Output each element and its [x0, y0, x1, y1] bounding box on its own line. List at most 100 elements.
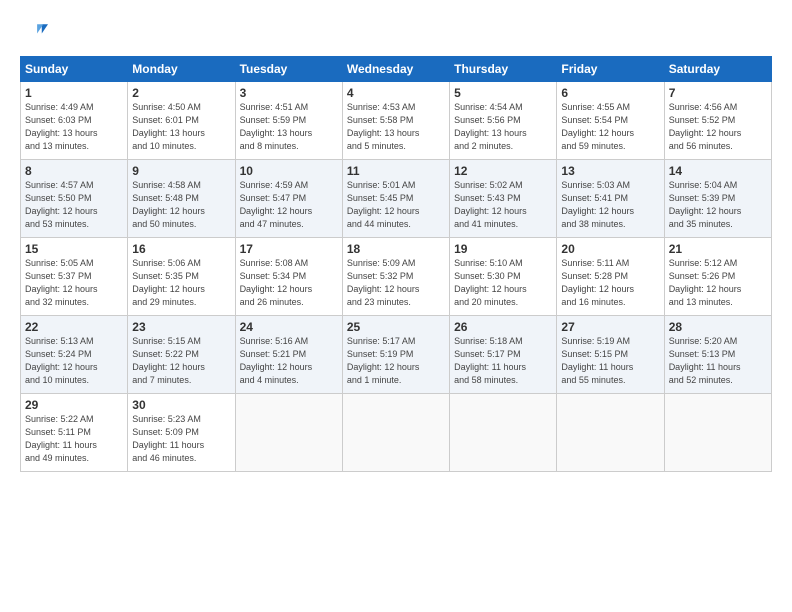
day-info: Sunrise: 5:03 AM Sunset: 5:41 PM Dayligh… [561, 179, 659, 231]
calendar-cell: 15Sunrise: 5:05 AM Sunset: 5:37 PM Dayli… [21, 238, 128, 316]
calendar-cell [235, 394, 342, 472]
day-info: Sunrise: 5:06 AM Sunset: 5:35 PM Dayligh… [132, 257, 230, 309]
day-number: 3 [240, 86, 338, 100]
header-thursday: Thursday [450, 57, 557, 82]
calendar-cell: 25Sunrise: 5:17 AM Sunset: 5:19 PM Dayli… [342, 316, 449, 394]
logo [20, 18, 52, 46]
calendar-cell: 28Sunrise: 5:20 AM Sunset: 5:13 PM Dayli… [664, 316, 771, 394]
calendar-week-4: 22Sunrise: 5:13 AM Sunset: 5:24 PM Dayli… [21, 316, 772, 394]
day-info: Sunrise: 4:57 AM Sunset: 5:50 PM Dayligh… [25, 179, 123, 231]
day-info: Sunrise: 5:23 AM Sunset: 5:09 PM Dayligh… [132, 413, 230, 465]
calendar-cell: 14Sunrise: 5:04 AM Sunset: 5:39 PM Dayli… [664, 160, 771, 238]
day-info: Sunrise: 4:50 AM Sunset: 6:01 PM Dayligh… [132, 101, 230, 153]
day-number: 11 [347, 164, 445, 178]
day-number: 4 [347, 86, 445, 100]
day-number: 25 [347, 320, 445, 334]
calendar-cell: 30Sunrise: 5:23 AM Sunset: 5:09 PM Dayli… [128, 394, 235, 472]
header-monday: Monday [128, 57, 235, 82]
day-number: 28 [669, 320, 767, 334]
calendar-cell: 22Sunrise: 5:13 AM Sunset: 5:24 PM Dayli… [21, 316, 128, 394]
calendar-cell: 11Sunrise: 5:01 AM Sunset: 5:45 PM Dayli… [342, 160, 449, 238]
day-info: Sunrise: 5:17 AM Sunset: 5:19 PM Dayligh… [347, 335, 445, 387]
day-info: Sunrise: 5:10 AM Sunset: 5:30 PM Dayligh… [454, 257, 552, 309]
calendar-cell: 6Sunrise: 4:55 AM Sunset: 5:54 PM Daylig… [557, 82, 664, 160]
day-info: Sunrise: 5:02 AM Sunset: 5:43 PM Dayligh… [454, 179, 552, 231]
day-info: Sunrise: 5:22 AM Sunset: 5:11 PM Dayligh… [25, 413, 123, 465]
calendar-cell: 23Sunrise: 5:15 AM Sunset: 5:22 PM Dayli… [128, 316, 235, 394]
calendar-week-3: 15Sunrise: 5:05 AM Sunset: 5:37 PM Dayli… [21, 238, 772, 316]
logo-icon [20, 18, 48, 46]
day-info: Sunrise: 5:18 AM Sunset: 5:17 PM Dayligh… [454, 335, 552, 387]
calendar-cell: 27Sunrise: 5:19 AM Sunset: 5:15 PM Dayli… [557, 316, 664, 394]
calendar-cell [342, 394, 449, 472]
calendar-cell: 3Sunrise: 4:51 AM Sunset: 5:59 PM Daylig… [235, 82, 342, 160]
calendar-header: SundayMondayTuesdayWednesdayThursdayFrid… [21, 57, 772, 82]
day-info: Sunrise: 5:09 AM Sunset: 5:32 PM Dayligh… [347, 257, 445, 309]
day-info: Sunrise: 5:15 AM Sunset: 5:22 PM Dayligh… [132, 335, 230, 387]
header-friday: Friday [557, 57, 664, 82]
day-number: 8 [25, 164, 123, 178]
day-info: Sunrise: 5:08 AM Sunset: 5:34 PM Dayligh… [240, 257, 338, 309]
header-wednesday: Wednesday [342, 57, 449, 82]
calendar-cell: 12Sunrise: 5:02 AM Sunset: 5:43 PM Dayli… [450, 160, 557, 238]
calendar-cell: 5Sunrise: 4:54 AM Sunset: 5:56 PM Daylig… [450, 82, 557, 160]
day-number: 21 [669, 242, 767, 256]
day-number: 1 [25, 86, 123, 100]
calendar-cell: 16Sunrise: 5:06 AM Sunset: 5:35 PM Dayli… [128, 238, 235, 316]
calendar-table: SundayMondayTuesdayWednesdayThursdayFrid… [20, 56, 772, 472]
day-info: Sunrise: 4:51 AM Sunset: 5:59 PM Dayligh… [240, 101, 338, 153]
calendar-cell: 1Sunrise: 4:49 AM Sunset: 6:03 PM Daylig… [21, 82, 128, 160]
calendar-cell: 19Sunrise: 5:10 AM Sunset: 5:30 PM Dayli… [450, 238, 557, 316]
calendar-cell: 2Sunrise: 4:50 AM Sunset: 6:01 PM Daylig… [128, 82, 235, 160]
day-number: 23 [132, 320, 230, 334]
calendar-body: 1Sunrise: 4:49 AM Sunset: 6:03 PM Daylig… [21, 82, 772, 472]
day-number: 14 [669, 164, 767, 178]
calendar-cell: 26Sunrise: 5:18 AM Sunset: 5:17 PM Dayli… [450, 316, 557, 394]
header-row: SundayMondayTuesdayWednesdayThursdayFrid… [21, 57, 772, 82]
calendar-cell: 9Sunrise: 4:58 AM Sunset: 5:48 PM Daylig… [128, 160, 235, 238]
day-number: 17 [240, 242, 338, 256]
day-info: Sunrise: 4:49 AM Sunset: 6:03 PM Dayligh… [25, 101, 123, 153]
day-info: Sunrise: 4:55 AM Sunset: 5:54 PM Dayligh… [561, 101, 659, 153]
calendar-week-5: 29Sunrise: 5:22 AM Sunset: 5:11 PM Dayli… [21, 394, 772, 472]
header-tuesday: Tuesday [235, 57, 342, 82]
day-number: 10 [240, 164, 338, 178]
day-info: Sunrise: 4:53 AM Sunset: 5:58 PM Dayligh… [347, 101, 445, 153]
calendar-cell: 13Sunrise: 5:03 AM Sunset: 5:41 PM Dayli… [557, 160, 664, 238]
day-number: 27 [561, 320, 659, 334]
day-number: 12 [454, 164, 552, 178]
header-sunday: Sunday [21, 57, 128, 82]
day-number: 5 [454, 86, 552, 100]
calendar-cell [450, 394, 557, 472]
day-info: Sunrise: 5:13 AM Sunset: 5:24 PM Dayligh… [25, 335, 123, 387]
calendar-cell: 24Sunrise: 5:16 AM Sunset: 5:21 PM Dayli… [235, 316, 342, 394]
calendar-cell: 29Sunrise: 5:22 AM Sunset: 5:11 PM Dayli… [21, 394, 128, 472]
day-info: Sunrise: 5:05 AM Sunset: 5:37 PM Dayligh… [25, 257, 123, 309]
day-number: 2 [132, 86, 230, 100]
calendar-cell: 10Sunrise: 4:59 AM Sunset: 5:47 PM Dayli… [235, 160, 342, 238]
calendar-week-2: 8Sunrise: 4:57 AM Sunset: 5:50 PM Daylig… [21, 160, 772, 238]
page-header [20, 18, 772, 46]
day-info: Sunrise: 5:11 AM Sunset: 5:28 PM Dayligh… [561, 257, 659, 309]
day-info: Sunrise: 5:12 AM Sunset: 5:26 PM Dayligh… [669, 257, 767, 309]
calendar-cell: 21Sunrise: 5:12 AM Sunset: 5:26 PM Dayli… [664, 238, 771, 316]
calendar-cell: 18Sunrise: 5:09 AM Sunset: 5:32 PM Dayli… [342, 238, 449, 316]
day-number: 13 [561, 164, 659, 178]
day-info: Sunrise: 5:19 AM Sunset: 5:15 PM Dayligh… [561, 335, 659, 387]
day-number: 9 [132, 164, 230, 178]
calendar-cell: 7Sunrise: 4:56 AM Sunset: 5:52 PM Daylig… [664, 82, 771, 160]
day-number: 16 [132, 242, 230, 256]
day-info: Sunrise: 5:16 AM Sunset: 5:21 PM Dayligh… [240, 335, 338, 387]
day-info: Sunrise: 5:04 AM Sunset: 5:39 PM Dayligh… [669, 179, 767, 231]
day-info: Sunrise: 4:59 AM Sunset: 5:47 PM Dayligh… [240, 179, 338, 231]
day-number: 19 [454, 242, 552, 256]
day-info: Sunrise: 4:58 AM Sunset: 5:48 PM Dayligh… [132, 179, 230, 231]
calendar-cell: 20Sunrise: 5:11 AM Sunset: 5:28 PM Dayli… [557, 238, 664, 316]
calendar-cell [557, 394, 664, 472]
day-number: 18 [347, 242, 445, 256]
calendar-cell: 8Sunrise: 4:57 AM Sunset: 5:50 PM Daylig… [21, 160, 128, 238]
day-info: Sunrise: 4:54 AM Sunset: 5:56 PM Dayligh… [454, 101, 552, 153]
day-number: 7 [669, 86, 767, 100]
day-number: 30 [132, 398, 230, 412]
day-number: 20 [561, 242, 659, 256]
